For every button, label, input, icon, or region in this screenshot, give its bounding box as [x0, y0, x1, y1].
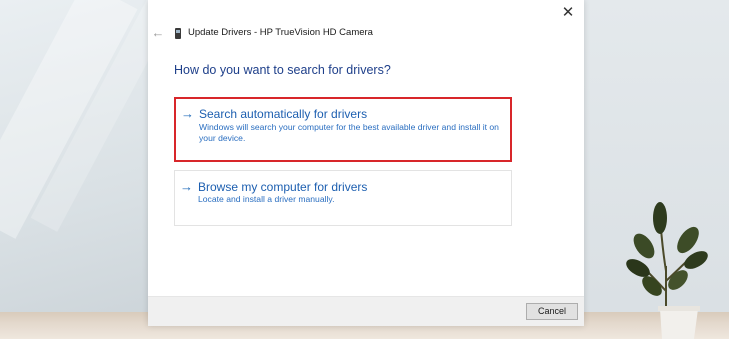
arrow-right-icon: → [181, 106, 194, 121]
option-title: Browse my computer for drivers [198, 180, 368, 194]
back-arrow-icon[interactable]: ← [150, 26, 166, 40]
browse-my-computer-option[interactable]: → Browse my computer for drivers Locate … [174, 170, 512, 226]
window-title: Update Drivers - HP TrueVision HD Camera [188, 27, 373, 38]
plant-decoration [626, 202, 708, 339]
close-icon[interactable]: ✕ [558, 4, 578, 22]
desktop-background-left [0, 0, 180, 339]
option-description: Windows will search your computer for th… [199, 122, 499, 143]
update-drivers-dialog: ✕ ← Update Drivers - HP TrueVision HD Ca… [148, 0, 584, 326]
page-heading: How do you want to search for drivers? [174, 63, 391, 77]
search-automatically-option[interactable]: → Search automatically for drivers Windo… [174, 97, 512, 162]
dialog-footer: Cancel [148, 296, 584, 326]
cancel-button[interactable]: Cancel [526, 303, 578, 320]
device-icon [175, 28, 181, 39]
arrow-right-icon: → [180, 179, 193, 194]
option-description: Locate and install a driver manually. [198, 194, 335, 204]
option-title: Search automatically for drivers [199, 107, 368, 121]
